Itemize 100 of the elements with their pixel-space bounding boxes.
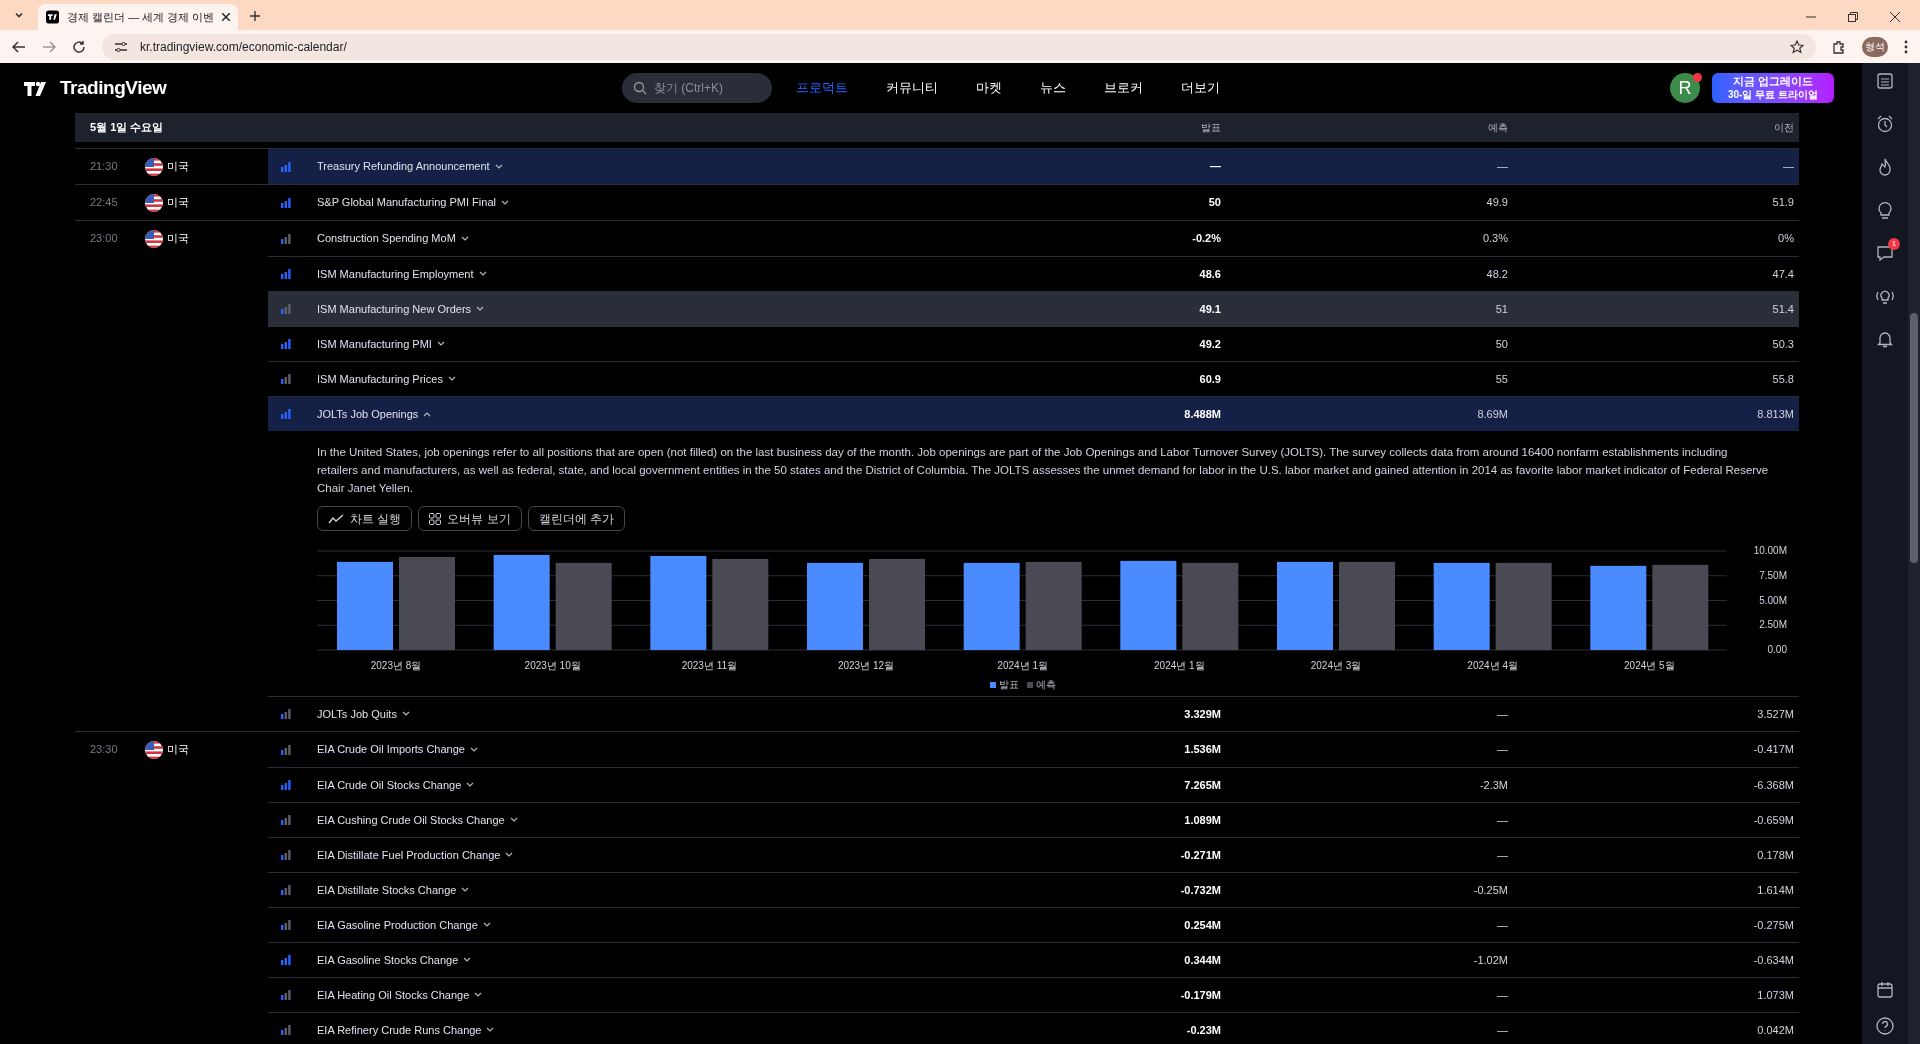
event-description: In the United States, job openings refer to all positions that are open (not filled) on the last business day of the month. Job openings are part of the Job Openings and Labor Turnover Survey (JOLTS). The survey collects data from around 16400 nonfarm establishments including retailers and manufacturers, as well as federal, state, and local government entities in the 50 states and the District of Columbia. The JOLTS assesses the unmet demand for labor in the U.S. labor market and gained attention in 2014 as favorite labor market indicator of Federal Reserve Chair Janet Yellen. [317,445,1770,496]
extensions-icon[interactable] [1832,39,1846,54]
chat-icon[interactable] [1875,243,1895,263]
reload-icon[interactable] [72,39,86,54]
chevron-down-icon[interactable] [461,887,470,893]
column-header: 이전 [1773,121,1795,135]
calendar-icon[interactable] [1875,980,1895,1000]
action-button[interactable]: 오버뷰 보기 [418,506,522,531]
forward-icon[interactable] [42,39,56,54]
nav-link[interactable]: 커뮤니티 [886,78,938,98]
previous-value: 1.073M [1756,987,1795,1003]
column-header: 발표 [1200,121,1222,135]
previous-value: 55.8 [1771,371,1795,387]
event-name: ISM Manufacturing Prices [317,371,443,387]
chevron-down-icon[interactable] [476,306,485,312]
chevron-down-icon[interactable] [469,746,478,753]
profile-avatar[interactable]: 형석 [1862,36,1888,57]
axis-label: 2.50M [1759,619,1787,631]
upgrade-button[interactable]: 지금 업그레이드 30-일 무료 트라이얼 [1712,73,1834,103]
forecast-value: 55 [1494,371,1509,387]
nav-link[interactable]: 마켓 [976,78,1002,98]
forecast-value: — [1496,917,1509,933]
alarm-clock-icon[interactable] [1875,114,1895,134]
close-icon[interactable] [1890,12,1900,22]
action-button[interactable]: 캘린더에 추가 [527,506,626,531]
axis-label: 2023년 8월 [370,660,422,671]
axis-label: 0.00 [1767,644,1787,655]
axis-label: 10.00M [1753,545,1787,556]
trend-line-icon [328,513,344,524]
chevron-down-icon[interactable] [500,199,509,206]
close-icon[interactable] [222,13,230,21]
star-icon[interactable] [1790,39,1804,54]
event-name: ISM Manufacturing New Orders [317,301,472,317]
scrollbar-thumb[interactable] [1910,313,1918,563]
actual-value: -0.271M [1179,847,1222,863]
event-row[interactable]: ISM Manufacturing New Orders 49.1 51 51.4 [268,291,1799,326]
chevron-down-icon[interactable] [436,341,445,347]
browser-tab[interactable]: 경제 캘린더 — 세계 경제 이벤 [38,4,238,30]
actual-value: 48.6 [1198,266,1222,282]
forecast-value: -1.02M [1472,952,1509,968]
address-bar[interactable]: kr.tradingview.com/economic-calendar/ [102,33,1816,60]
new-tab-icon[interactable] [250,11,260,21]
forecast-value: 0.3% [1481,231,1509,247]
event-name: JOLTs Job Quits [317,706,397,722]
actual-value: 60.9 [1198,371,1222,387]
search-icon [633,81,647,95]
chevron-down-icon[interactable] [509,817,518,823]
nav-link[interactable]: 프로덕트 [796,78,848,98]
chevron-down-icon[interactable] [447,376,456,382]
chevron-down-icon[interactable] [482,922,491,928]
column-header: 예측 [1487,121,1509,135]
action-button[interactable]: 차트 실행 [317,506,413,531]
previous-value: -0.417M [1752,742,1795,758]
list-icon[interactable] [1875,71,1895,91]
search-field[interactable]: 찾기 (Ctrl+K) [622,73,772,103]
help-icon[interactable] [1875,1016,1895,1036]
forecast-value: 49.9 [1485,195,1509,211]
chevron-down-icon[interactable] [505,852,514,858]
forecast-value: — [1496,1022,1509,1038]
previous-value: 0.042M [1756,1022,1795,1038]
chevron-down-icon[interactable] [401,711,410,717]
bell-icon[interactable] [1875,329,1895,349]
nav-link[interactable]: 브로커 [1104,78,1143,98]
us-flag-icon [145,229,163,248]
previous-value: 0.178M [1756,847,1795,863]
event-row[interactable]: JOLTs Job Openings 8.488M 8.69M 8.813M [268,396,1799,431]
axis-label: 2023년 12월 [837,660,895,671]
chevron-down-icon[interactable] [466,782,475,788]
axis-label: 2024년 3월 [1310,660,1362,671]
event-name: EIA Gasoline Stocks Change [317,952,459,968]
chevron-down-icon[interactable] [474,992,483,998]
chevron-up-icon[interactable] [423,411,432,417]
event-name: Construction Spending MoM [317,231,456,247]
logo-text[interactable]: TradingView [60,73,167,103]
date-label: 5월 1일 수요일 [89,120,165,136]
forecast-value: — [1496,159,1509,175]
country-label: 미국 [167,159,189,175]
legend-label: 발표 [999,678,1019,692]
chevron-down-icon[interactable] [478,271,487,277]
previous-value: 0% [1777,231,1795,247]
nav-link[interactable]: 뉴스 [1040,78,1066,98]
lightbulb-icon[interactable] [1875,200,1895,220]
forecast-value: — [1496,987,1509,1003]
site-settings-icon[interactable] [114,40,128,53]
event-name: Treasury Refunding Announcement [317,159,490,175]
previous-value: 1.614M [1756,882,1795,898]
time-label: 23:00 [89,231,119,247]
restore-icon[interactable] [1848,12,1858,22]
notification-badge: 1 [1888,238,1900,250]
actual-value: 8.488M [1183,406,1222,422]
chevron-down-icon[interactable] [494,163,503,170]
chevron-down-icon[interactable] [460,235,469,242]
user-avatar[interactable]: R [1670,73,1700,103]
chevron-down-icon[interactable] [486,1027,495,1033]
back-icon[interactable] [12,39,26,54]
event-row[interactable]: Treasury Refunding Announcement — — — [268,149,1799,184]
nav-link[interactable]: 더보기 [1181,78,1220,98]
chevron-down-icon[interactable] [463,957,472,963]
forecast-value: 50 [1494,336,1509,352]
menu-icon[interactable] [1904,39,1908,54]
